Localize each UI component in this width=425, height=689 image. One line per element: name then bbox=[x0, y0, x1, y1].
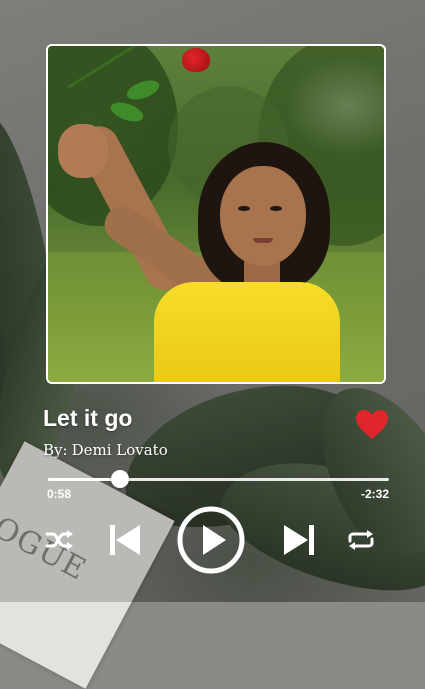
track-title: Let it go bbox=[43, 405, 133, 431]
skip-previous-icon bbox=[110, 525, 140, 555]
album-artwork bbox=[46, 44, 386, 384]
next-track-button[interactable] bbox=[282, 523, 316, 557]
progress-fill bbox=[48, 478, 120, 481]
elapsed-time: 0:58 bbox=[47, 487, 72, 501]
play-button[interactable] bbox=[176, 505, 246, 575]
skip-next-icon bbox=[284, 525, 314, 555]
previous-track-button[interactable] bbox=[108, 523, 142, 557]
heart-icon bbox=[356, 410, 388, 439]
shuffle-button[interactable] bbox=[45, 528, 75, 552]
track-artist-line: By: Demi Lovato bbox=[43, 441, 168, 459]
like-button[interactable] bbox=[355, 409, 389, 441]
play-icon bbox=[177, 506, 245, 574]
remaining-time: -2:32 bbox=[360, 487, 389, 501]
repeat-button[interactable] bbox=[347, 528, 375, 552]
artist-prefix: By: bbox=[43, 441, 68, 459]
playback-progress-bar[interactable] bbox=[48, 470, 389, 488]
repeat-icon bbox=[348, 530, 374, 550]
progress-scrubber-handle[interactable] bbox=[110, 470, 129, 488]
rose-flower bbox=[182, 48, 210, 72]
artist-name: Demi Lovato bbox=[71, 441, 168, 459]
shuffle-icon bbox=[45, 530, 73, 550]
